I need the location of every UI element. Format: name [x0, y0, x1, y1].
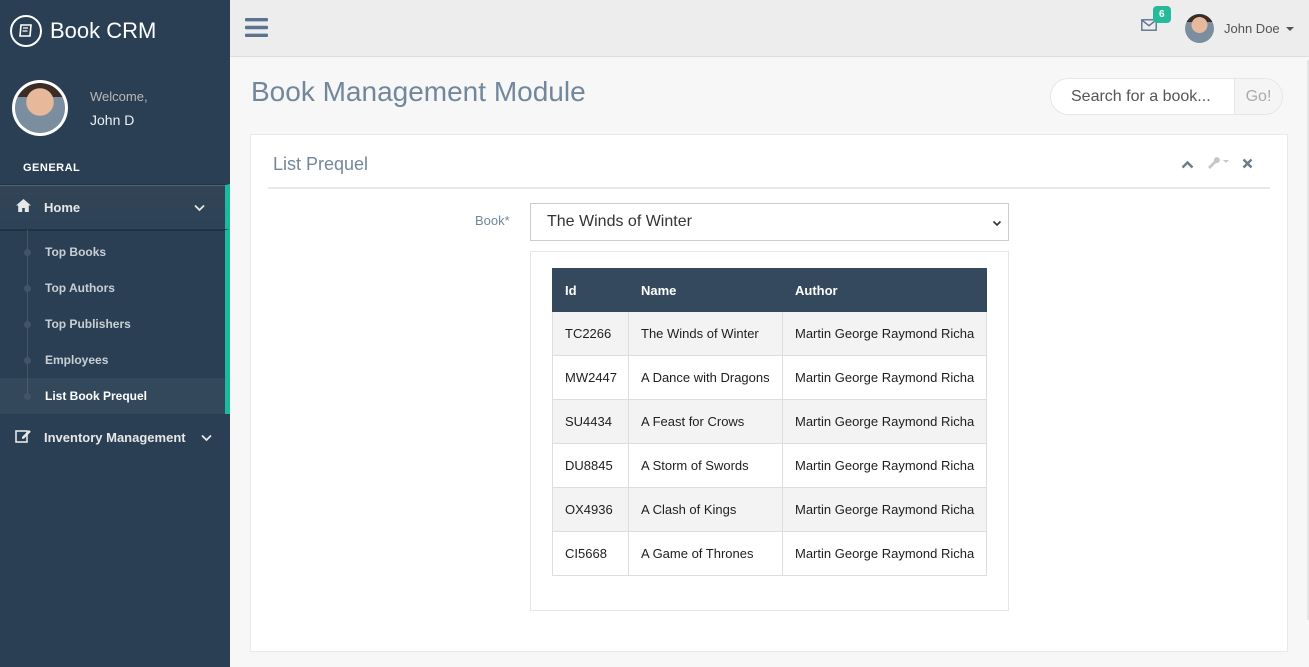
- chevron-down-icon: [194, 200, 205, 215]
- mail-count-badge: 6: [1153, 6, 1171, 23]
- sidebar-item-top-authors[interactable]: Top Authors: [0, 270, 225, 306]
- cell-author: Martin George Raymond Richa: [782, 487, 987, 532]
- divider: [268, 187, 1270, 189]
- caret-down-icon: [1285, 26, 1294, 31]
- book-label: Book*: [475, 213, 510, 228]
- cell-id: MW2447: [552, 355, 629, 400]
- cell-author: Martin George Raymond Richa: [782, 531, 987, 576]
- chevron-down-icon: [201, 430, 212, 445]
- edit-icon: [15, 428, 32, 446]
- cell-author: Martin George Raymond Richa: [782, 443, 987, 488]
- table-container: Id Name Author TC2266 The Winds of Winte…: [530, 251, 1009, 611]
- cell-id: CI5668: [552, 531, 629, 576]
- sidebar: Book CRM Welcome, John D GENERAL Home To…: [0, 0, 230, 667]
- menu-toggle-icon[interactable]: [245, 18, 268, 42]
- top-nav: 6 John Doe: [230, 0, 1309, 57]
- table-header-row: Id Name Author: [552, 268, 987, 312]
- app-title: Book CRM: [50, 18, 157, 43]
- table-row[interactable]: TC2266 The Winds of Winter Martin George…: [552, 311, 987, 356]
- table-row[interactable]: SU4434 A Feast for Crows Martin George R…: [552, 399, 987, 444]
- cell-name: The Winds of Winter: [628, 311, 783, 356]
- cell-name: A Feast for Crows: [628, 399, 783, 444]
- book-select-value: The Winds of Winter: [547, 213, 692, 230]
- page-title: Book Management Module: [251, 76, 586, 107]
- table-row[interactable]: MW2447 A Dance with Dragons Martin Georg…: [552, 355, 987, 400]
- sidebar-item-label: Inventory Management: [44, 429, 186, 445]
- avatar: [12, 80, 68, 136]
- brand[interactable]: Book CRM: [0, 0, 230, 62]
- sidebar-item-list-book-prequel[interactable]: List Book Prequel: [0, 378, 225, 414]
- cell-name: A Storm of Swords: [628, 443, 783, 488]
- cell-author: Martin George Raymond Richa: [782, 355, 987, 400]
- cell-id: DU8845: [552, 443, 629, 488]
- column-header-id: Id: [552, 268, 629, 312]
- cell-author: Martin George Raymond Richa: [782, 311, 987, 356]
- avatar: [1185, 14, 1214, 43]
- user-name: John Doe: [1224, 21, 1280, 36]
- cell-author: Martin George Raymond Richa: [782, 399, 987, 444]
- column-header-author: Author: [782, 268, 987, 312]
- chevron-up-icon[interactable]: [1181, 156, 1194, 174]
- search-input[interactable]: [1051, 79, 1234, 114]
- welcome-text: Welcome,: [90, 88, 148, 104]
- list-prequel-panel: List Prequel Book* The Winds of Winter I…: [250, 134, 1288, 652]
- chevron-down-icon: [992, 216, 1002, 234]
- cell-id: SU4434: [552, 399, 629, 444]
- prequel-table: Id Name Author TC2266 The Winds of Winte…: [552, 268, 987, 576]
- sidebar-item-employees[interactable]: Employees: [0, 342, 225, 378]
- cell-id: TC2266: [552, 311, 629, 356]
- wrench-icon[interactable]: [1206, 155, 1230, 174]
- cell-name: A Dance with Dragons: [628, 355, 783, 400]
- cell-name: A Clash of Kings: [628, 487, 783, 532]
- user-menu[interactable]: John Doe: [1185, 14, 1294, 43]
- table-row[interactable]: DU8845 A Storm of Swords Martin George R…: [552, 443, 987, 488]
- sidebar-item-inventory[interactable]: Inventory Management: [0, 414, 230, 460]
- table-row[interactable]: CI5668 A Game of Thrones Martin George R…: [552, 531, 987, 576]
- search-go-button[interactable]: Go!: [1234, 79, 1282, 114]
- home-submenu: Top Books Top Authors Top Publishers Emp…: [0, 230, 230, 414]
- sidebar-item-top-books[interactable]: Top Books: [0, 234, 225, 270]
- book-icon: [10, 15, 42, 47]
- sidebar-item-label: Home: [44, 199, 81, 215]
- profile: Welcome, John D: [0, 62, 230, 154]
- table-row[interactable]: OX4936 A Clash of Kings Martin George Ra…: [552, 487, 987, 532]
- book-select[interactable]: The Winds of Winter: [530, 203, 1009, 241]
- home-icon: [15, 198, 32, 216]
- sidebar-item-home[interactable]: Home: [0, 184, 230, 230]
- search-group: Go!: [1050, 78, 1283, 115]
- cell-id: OX4936: [552, 487, 629, 532]
- column-header-name: Name: [628, 268, 783, 312]
- sidebar-item-top-publishers[interactable]: Top Publishers: [0, 306, 225, 342]
- panel-title: List Prequel: [273, 154, 369, 174]
- panel-toolbox: [1181, 155, 1253, 174]
- cell-name: A Game of Thrones: [628, 531, 783, 576]
- section-title: GENERAL: [23, 162, 81, 174]
- close-icon[interactable]: [1242, 156, 1253, 174]
- profile-name: John D: [90, 111, 135, 128]
